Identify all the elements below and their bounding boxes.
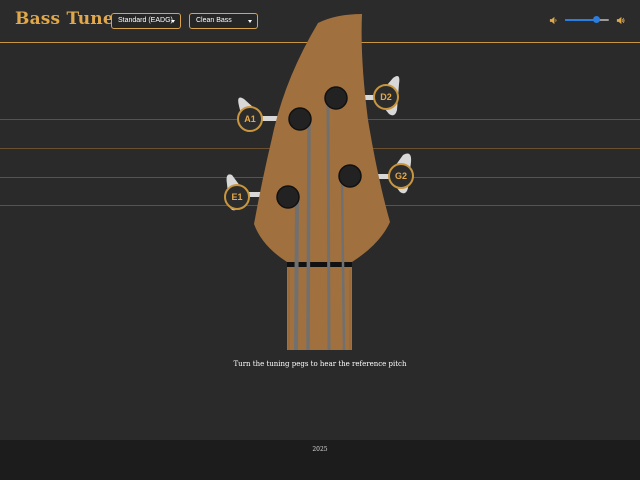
string-post-e	[276, 185, 300, 209]
tuning-peg-a[interactable]: A1	[237, 106, 263, 132]
string-e	[294, 197, 299, 351]
string-post-d	[324, 86, 348, 110]
string-d	[326, 97, 331, 351]
string-post-a	[288, 107, 312, 131]
headstock-body	[254, 14, 390, 350]
bass-headstock	[226, 14, 412, 351]
tuning-peg-g[interactable]: G2	[388, 163, 414, 189]
string-post-g	[338, 164, 362, 188]
instruction-text: Turn the tuning pegs to hear the referen…	[233, 360, 407, 368]
footer-year: 2025	[312, 446, 328, 453]
tuning-peg-d[interactable]: D2	[373, 84, 399, 110]
string-a	[306, 119, 311, 351]
tuning-peg-e[interactable]: E1	[224, 184, 250, 210]
